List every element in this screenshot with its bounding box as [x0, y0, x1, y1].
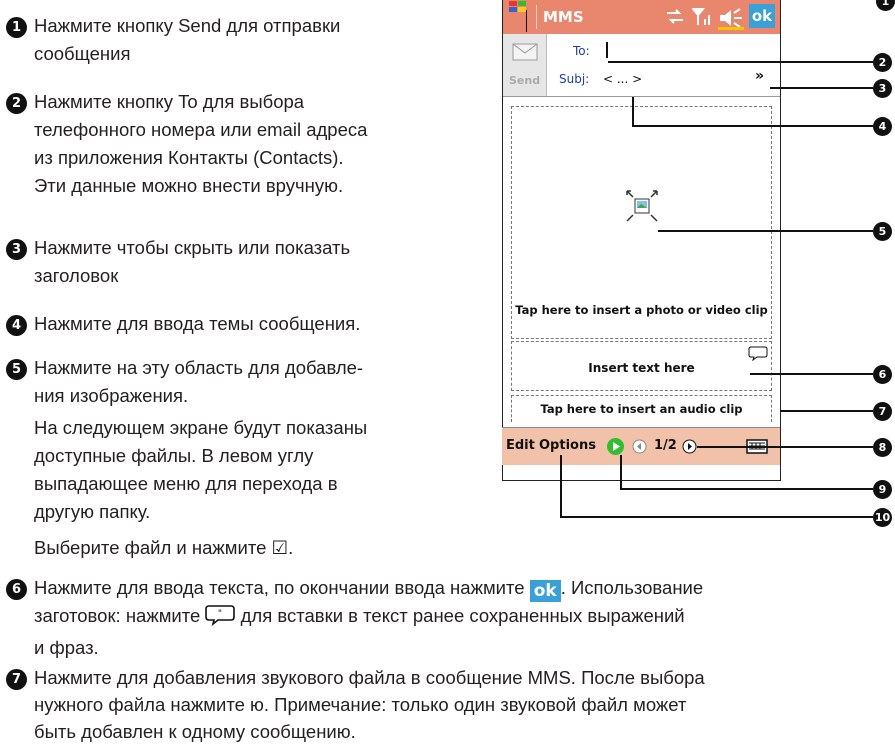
instruction-text: и фраз.	[34, 637, 99, 658]
instruction-text: сообщения	[34, 43, 131, 64]
callout-1-line	[526, 10, 527, 32]
instruction-text: . Использование	[560, 577, 704, 598]
message-header: Send To: Subj: < ... > »	[503, 34, 780, 97]
ok-badge-icon: ok	[529, 580, 561, 602]
send-button[interactable]: Send	[503, 34, 547, 96]
callout-8-line	[697, 446, 873, 448]
instruction-text: Эти данные можно внести вручную.	[34, 175, 344, 196]
instruction-text: Нажмите для ввода текста, по окончании в…	[34, 577, 525, 598]
callout-3: 3	[873, 79, 892, 98]
callout-1: 1	[876, 0, 895, 11]
next-slide-icon[interactable]	[682, 439, 697, 459]
title-bar: MMS ok	[503, 0, 780, 34]
callout-10-line-v	[560, 455, 562, 517]
to-button[interactable]: To:	[573, 44, 590, 58]
callout-2: 2	[873, 53, 892, 72]
instruction-6: 6 Нажмите для ввода текста, по окончании …	[6, 574, 891, 662]
prev-slide-icon[interactable]	[632, 439, 647, 459]
phrase-bubble-icon: "	[205, 604, 236, 634]
callout-5-line	[658, 230, 873, 232]
callout-6-line	[750, 373, 873, 375]
callout-2-line	[608, 61, 873, 63]
photo-prompt: Tap here to insert a photo or video clip	[515, 303, 768, 317]
options-menu[interactable]: Options	[539, 438, 596, 453]
page-indicator: 1/2	[654, 438, 677, 453]
step-number: 6	[6, 579, 27, 600]
instruction-text: Нажмите на эту область для добавле-	[34, 357, 364, 378]
instruction-text: ния изображения.	[34, 385, 189, 406]
callout-6: 6	[873, 365, 892, 384]
step-number: 4	[6, 315, 27, 336]
instruction-text: заголовок	[34, 265, 119, 286]
instruction-text: На следующем экране будут показаны	[34, 417, 368, 438]
callout-10: 10	[873, 508, 892, 527]
instruction-5: 5 Нажмите на эту область для добавле- ния…	[6, 354, 491, 410]
edit-menu[interactable]: Edit	[506, 438, 535, 453]
instruction-text: Нажмите чтобы скрыть или показать	[34, 237, 351, 258]
instruction-text: Нажмите для добавления звукового файла в…	[34, 667, 705, 688]
keyboard-icon[interactable]	[746, 439, 768, 459]
audio-drop-zone[interactable]: Tap here to insert an audio clip	[511, 395, 772, 422]
step-number: 1	[6, 17, 27, 38]
callout-8: 8	[873, 438, 892, 457]
play-icon[interactable]	[606, 437, 625, 461]
volume-icon[interactable]	[718, 8, 744, 35]
instruction-2: 2 Нажмите кнопку To для выбора телефонног…	[6, 88, 491, 200]
collapse-header-icon[interactable]: »	[755, 68, 764, 84]
slide-area: Tap here to insert a photo or video clip…	[503, 97, 780, 480]
subject-field[interactable]: < ... >	[603, 72, 642, 86]
instruction-text: Нажмите кнопку To для выбора	[34, 91, 305, 112]
audio-prompt: Tap here to insert an audio clip	[540, 402, 743, 416]
ok-button[interactable]: ok	[749, 4, 775, 28]
step-number: 5	[6, 359, 27, 380]
instruction-text: нужного файла нажмите ю. Примечание: тол…	[34, 694, 687, 715]
photo-drop-zone[interactable]: Tap here to insert a photo or video clip	[511, 106, 772, 339]
svg-text:": "	[218, 609, 222, 619]
callout-4-line-h	[632, 125, 873, 127]
signal-icon[interactable]	[690, 7, 712, 32]
callout-9-line-h	[620, 488, 873, 490]
instruction-text: выпадающее меню для перехода в	[34, 473, 338, 494]
instruction-text: из приложения Контакты (Contacts).	[34, 147, 344, 168]
instruction-text: Выберите файл и нажмите ☑.	[34, 537, 294, 558]
step-number: 7	[6, 669, 27, 690]
instruction-5-details: На следующем экране будут показаны досту…	[6, 414, 491, 526]
device-screen: MMS ok Send To: Subj: < ... > » Tap here…	[502, 0, 781, 481]
to-field-cursor[interactable]	[606, 42, 608, 58]
send-label: Send	[509, 74, 541, 87]
instruction-7: 7 Нажмите для добавления звукового файла …	[6, 664, 891, 745]
callout-5: 5	[873, 222, 892, 241]
callout-3-line	[770, 87, 873, 89]
connectivity-icon[interactable]	[665, 8, 685, 31]
instruction-text: другую папку.	[34, 501, 151, 522]
callout-7: 7	[873, 402, 892, 421]
instruction-5-select: Выберите файл и нажмите ☑.	[6, 534, 491, 562]
instruction-4: 4 Нажмите для ввода темы сообщения.	[6, 310, 491, 338]
envelope-icon	[512, 43, 538, 66]
instruction-text: для вставки в текст ранее сохраненных вы…	[240, 605, 685, 626]
callout-10-line-h	[560, 516, 873, 518]
instruction-text: телефонного номера или email адреса	[34, 119, 368, 140]
instruction-text: доступные файлы. В левом углу	[34, 445, 314, 466]
instruction-text: Нажмите для ввода темы сообщения.	[34, 313, 361, 334]
instruction-text: быть добавлен к одному сообщению.	[34, 721, 356, 742]
callout-9-line-v	[620, 455, 622, 489]
text-prompt: Insert text here	[588, 361, 695, 375]
text-entry-zone[interactable]: Insert text here	[511, 341, 772, 391]
app-title: MMS	[543, 8, 584, 26]
instruction-text: Нажмите кнопку Send для отправки	[34, 15, 341, 36]
callout-9: 9	[873, 480, 892, 499]
callout-7-line	[780, 410, 873, 412]
subject-label: Subj:	[559, 72, 590, 86]
step-number: 3	[6, 239, 27, 260]
instruction-1: 1 Нажмите кнопку Send для отправки сообще…	[6, 12, 491, 68]
instruction-3: 3 Нажмите чтобы скрыть или показать загол…	[6, 234, 491, 290]
step-number: 2	[6, 93, 27, 114]
callout-4-line-v	[632, 97, 634, 126]
instruction-text: заготовок: нажмите	[34, 605, 201, 626]
insert-picture-icon	[625, 189, 659, 228]
callout-4: 4	[873, 117, 892, 136]
